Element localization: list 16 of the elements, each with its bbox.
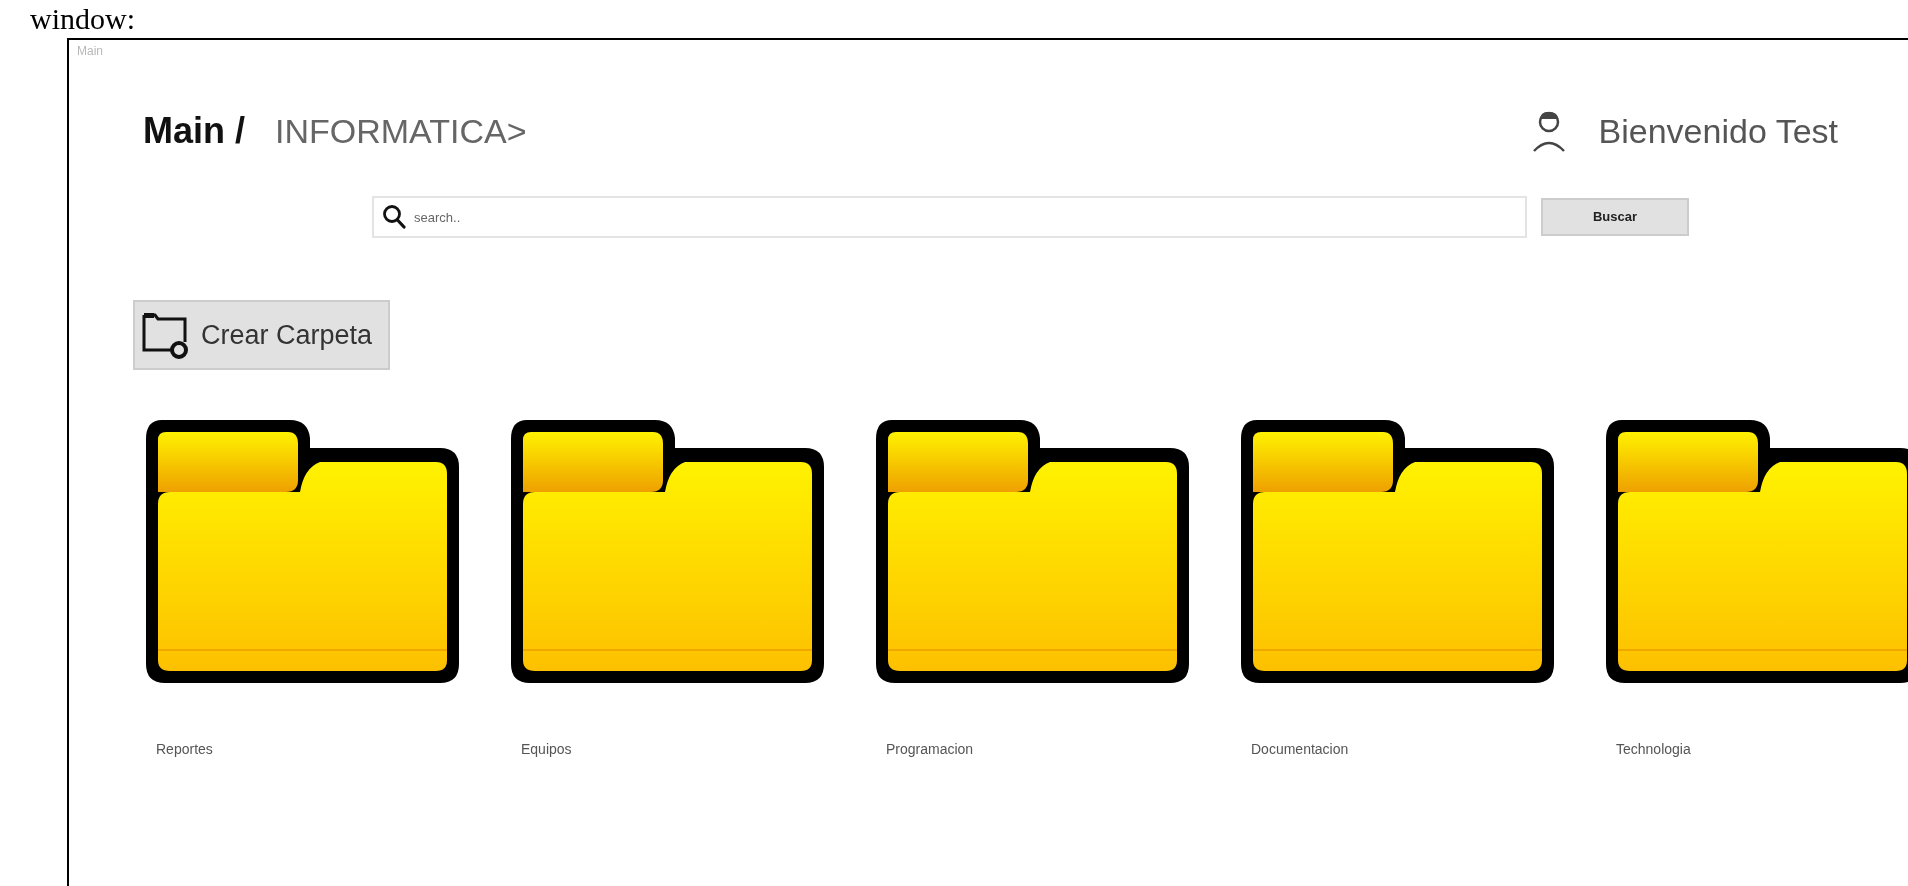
search-field[interactable]: search..	[372, 196, 1527, 238]
caption-text: window:	[29, 1, 136, 37]
folder-name[interactable]: Documentacion	[1251, 739, 1349, 760]
user-icon	[1530, 109, 1567, 153]
welcome-text: Bienvenido Test	[1598, 110, 1838, 152]
folder-name[interactable]: Reportes	[156, 739, 213, 760]
window-title: Main	[76, 43, 103, 60]
search-button[interactable]: Buscar	[1541, 198, 1689, 236]
folder-add-icon	[141, 310, 189, 360]
search-icon	[382, 204, 406, 230]
breadcrumb-root[interactable]: Main /	[143, 104, 245, 158]
breadcrumb-current[interactable]: INFORMATICA>	[275, 105, 527, 157]
folder-name[interactable]: Technologia	[1616, 739, 1691, 760]
folder-name[interactable]: Equipos	[521, 739, 572, 760]
folder-name[interactable]: Programacion	[886, 739, 974, 760]
create-folder-button[interactable]: Crear Carpeta	[133, 300, 391, 370]
